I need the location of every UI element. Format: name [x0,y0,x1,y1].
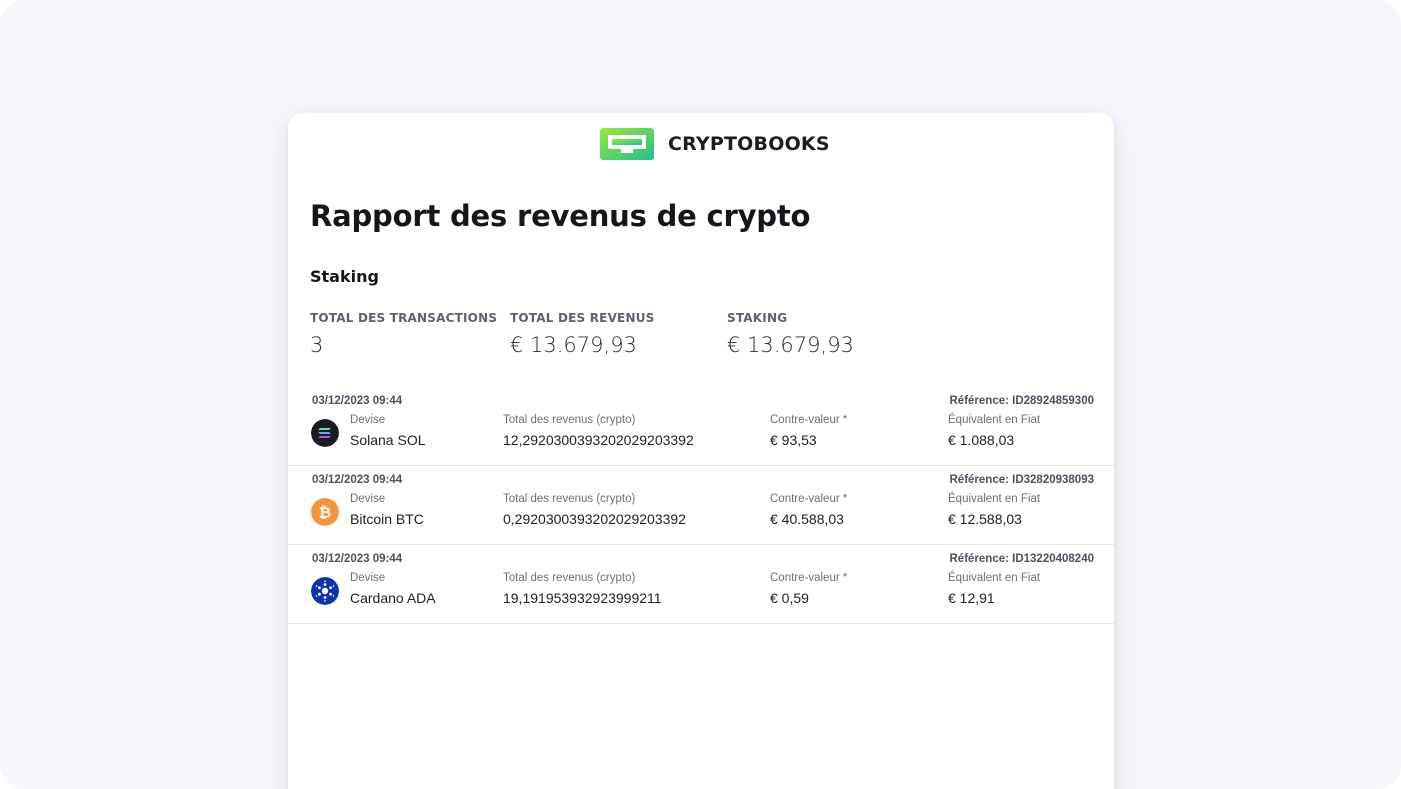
stat-total-transactions: TOTAL DES TRANSACTIONS 3 [310,311,497,357]
column-label: Contre-valeur * [770,572,848,584]
fiat-equivalent-cell: Équivalent en Fiat € 12.588,03 [948,493,1040,527]
report-title: Rapport des revenus de crypto [310,199,811,233]
fiat-equivalent-value: € 1.088,03 [948,432,1015,448]
column-label: Équivalent en Fiat [948,572,1041,584]
stat-label: TOTAL DES TRANSACTIONS [310,311,498,325]
column-label: Équivalent en Fiat [948,414,1041,426]
transaction-reference: Référence: ID13220408240 [949,553,1095,565]
fiat-equivalent-value: € 12.588,03 [948,511,1022,527]
total-crypto-value: 19,191953932923999211 [503,590,662,606]
column-label: Devise [350,572,386,584]
total-crypto-cell: Total des revenus (crypto) 12,2920300393… [503,414,694,448]
fiat-equivalent-value: € 12,91 [948,590,995,606]
brand-name: CRYPTOBOOKS [668,133,830,155]
transaction-row[interactable]: 03/12/2023 09:44 Référence: ID2892485930… [288,386,1114,466]
counter-value: € 93,53 [770,432,817,448]
transaction-date: 03/12/2023 09:44 [312,395,403,407]
currency-cell: Devise Cardano ADA [350,572,436,606]
stat-staking: STAKING € 13.679,93 [727,311,854,357]
solana-icon [311,419,339,447]
transaction-reference: Référence: ID28924859300 [949,395,1095,407]
column-label: Devise [350,493,386,505]
report-card: CRYPTOBOOKS Rapport des revenus de crypt… [288,113,1114,789]
stat-label: STAKING [727,311,788,325]
currency-name: Solana SOL [350,432,426,448]
stat-label: TOTAL DES REVENUS [510,311,655,325]
currency-cell: Devise Bitcoin BTC [350,493,424,527]
total-crypto-cell: Total des revenus (crypto) 0,29203003932… [503,493,686,527]
currency-name: Bitcoin BTC [350,511,424,527]
currency-cell: Devise Solana SOL [350,414,426,448]
counter-value-cell: Contre-valeur * € 40.588,03 [770,493,847,527]
stat-value: 3 [310,333,324,357]
column-label: Total des revenus (crypto) [503,572,636,584]
stat-value: € 13.679,93 [727,333,854,357]
total-crypto-value: 0,2920300393202029203392 [503,511,686,527]
total-crypto-value: 12,2920300393202029203392 [503,432,694,448]
counter-value: € 0,59 [770,590,809,606]
fiat-equivalent-cell: Équivalent en Fiat € 1.088,03 [948,414,1040,448]
transaction-reference: Référence: ID32820938093 [949,474,1095,486]
column-label: Contre-valeur * [770,493,848,505]
total-crypto-cell: Total des revenus (crypto) 19,1919539329… [503,572,662,606]
counter-value: € 40.588,03 [770,511,844,527]
transaction-row[interactable]: 03/12/2023 09:44 Référence: ID3282093809… [288,465,1114,545]
column-label: Total des revenus (crypto) [503,414,636,426]
counter-value-cell: Contre-valeur * € 93,53 [770,414,847,448]
column-label: Devise [350,414,386,426]
transaction-date: 03/12/2023 09:44 [312,553,403,565]
svg-text:₿: ₿ [319,504,331,522]
stat-total-revenue: TOTAL DES REVENUS € 13.679,93 [510,311,654,357]
cryptobooks-logo-icon [600,128,654,160]
transaction-date: 03/12/2023 09:44 [312,474,403,486]
section-title: Staking [310,267,379,286]
column-label: Contre-valeur * [770,414,848,426]
brand-header: CRYPTOBOOKS [600,128,830,160]
fiat-equivalent-cell: Équivalent en Fiat € 12,91 [948,572,1040,606]
currency-name: Cardano ADA [350,590,436,606]
page-background: CRYPTOBOOKS Rapport des revenus de crypt… [0,0,1401,789]
bitcoin-icon: ₿ [311,498,339,526]
stat-value: € 13.679,93 [510,333,637,357]
counter-value-cell: Contre-valeur * € 0,59 [770,572,847,606]
column-label: Équivalent en Fiat [948,493,1041,505]
column-label: Total des revenus (crypto) [503,493,636,505]
cardano-icon [311,577,339,605]
transaction-row[interactable]: 03/12/2023 09:44 Référence: ID1322040824… [288,544,1114,624]
